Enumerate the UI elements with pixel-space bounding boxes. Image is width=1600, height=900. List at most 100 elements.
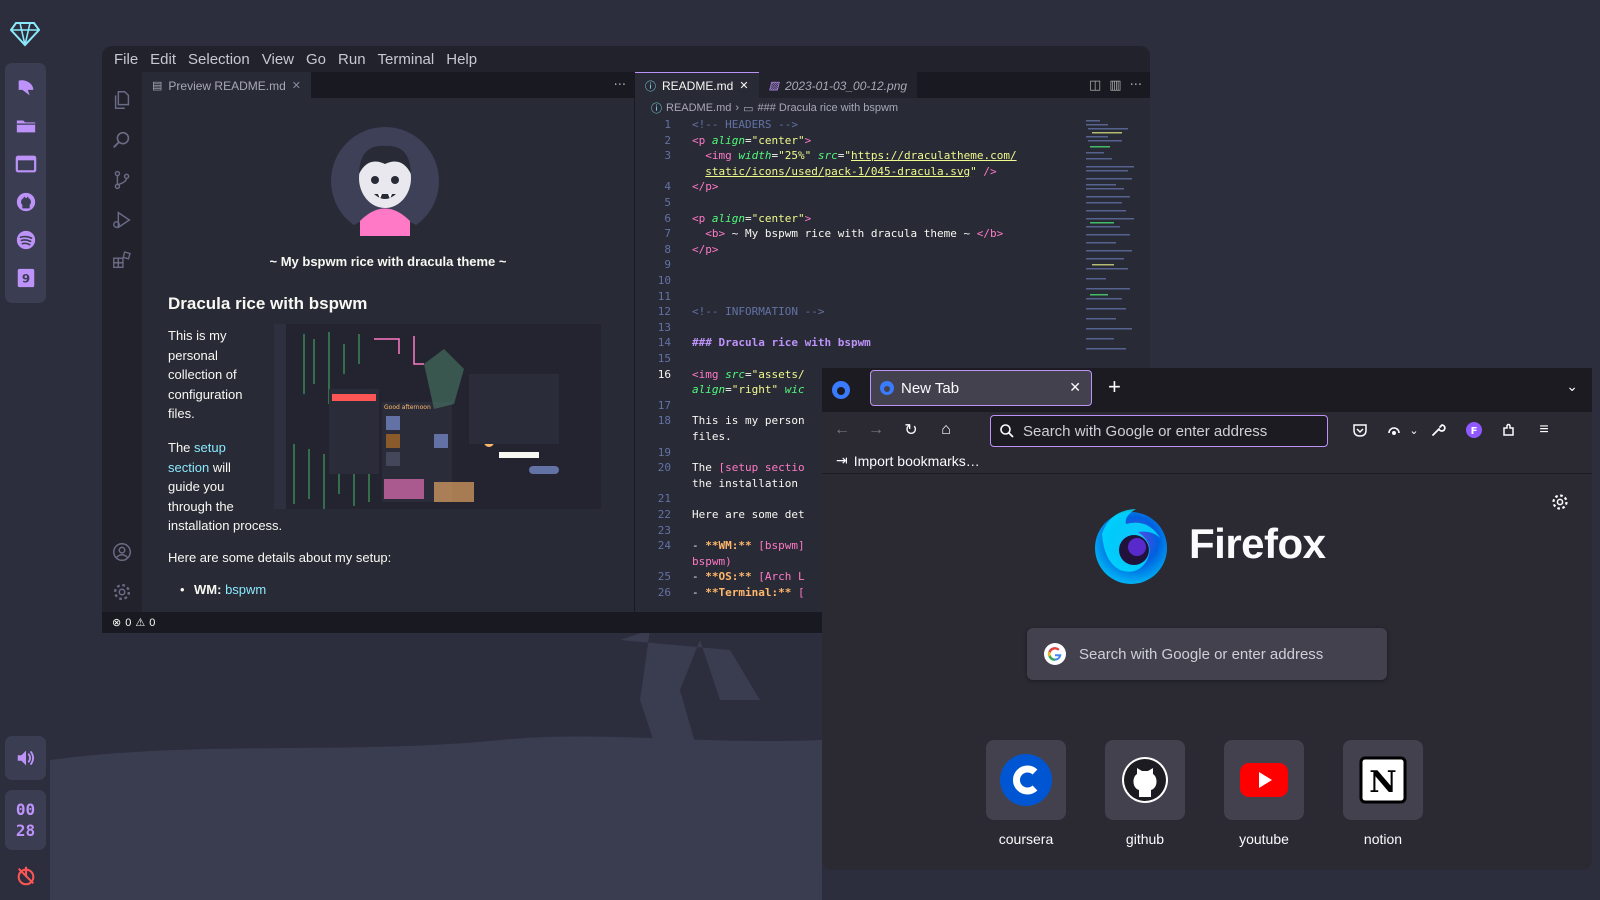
menu-help[interactable]: Help <box>440 51 483 68</box>
menu-file[interactable]: File <box>108 51 144 68</box>
line-number: 24 <box>657 539 671 553</box>
line-number: 9 <box>664 258 671 272</box>
setup-section-link[interactable]: setup <box>194 440 226 455</box>
github-icon[interactable] <box>9 183 43 221</box>
code-line: <!-- HEADERS --> <box>692 118 798 131</box>
settings-gear-icon[interactable] <box>102 572 142 612</box>
run-debug-icon[interactable] <box>102 200 142 240</box>
dock: 9 <box>5 63 46 303</box>
url-bar[interactable]: Search with Google or enter address <box>990 415 1328 447</box>
search-box[interactable]: Search with Google or enter address <box>1027 628 1387 680</box>
intro-line: files. <box>168 406 195 421</box>
intro-line: This is my <box>168 328 227 343</box>
menu-edit[interactable]: Edit <box>144 51 182 68</box>
menu-view[interactable]: View <box>256 51 300 68</box>
wm-link[interactable]: bspwm <box>225 582 266 597</box>
top-sites: coursera github youtube N notion <box>986 740 1423 847</box>
notes-icon[interactable]: 9 <box>9 259 43 297</box>
more-actions-icon[interactable]: ··· <box>614 78 626 93</box>
profile-avatar-icon[interactable]: F <box>1462 418 1486 442</box>
tab-label: Preview README.md <box>168 78 286 93</box>
list-all-tabs-chevron-icon[interactable]: ⌄ <box>1566 378 1578 395</box>
home-icon[interactable]: ⌂ <box>934 418 958 442</box>
hamburger-menu-icon[interactable]: ≡ <box>1532 418 1556 442</box>
clock: 00 28 <box>5 790 46 850</box>
shortcut-github[interactable]: github <box>1105 740 1185 847</box>
shortcut-label: github <box>1125 831 1165 847</box>
setup-section-link-cont[interactable]: section <box>168 460 209 475</box>
minimap[interactable] <box>1084 118 1138 358</box>
folder-icon[interactable] <box>9 107 43 145</box>
open-preview-icon[interactable]: ◫ <box>1089 78 1101 93</box>
screenshot-caption: Good afternoon <box>384 404 431 411</box>
power-off-icon[interactable] <box>12 862 40 890</box>
search-icon[interactable] <box>102 120 142 160</box>
preview-intro-paragraph: This is my personal collection of config… <box>168 326 278 424</box>
activity-bar <box>102 72 142 612</box>
close-tab-icon[interactable]: ✕ <box>1069 379 1081 396</box>
tab-png[interactable]: ▨ 2023-01-03_00-12.png <box>758 72 918 98</box>
shortcut-youtube[interactable]: youtube <box>1224 740 1304 847</box>
error-icon[interactable]: ⊗ <box>112 616 121 629</box>
line-number: 5 <box>664 196 671 209</box>
menu-terminal[interactable]: Terminal <box>372 51 441 68</box>
firefox-view-icon[interactable] <box>830 379 852 401</box>
url-bar-placeholder: Search with Google or enter address <box>1023 422 1268 440</box>
tab-readme[interactable]: ⓘ README.md ✕ <box>635 72 759 98</box>
menu-go[interactable]: Go <box>300 51 332 68</box>
wrench-icon[interactable] <box>1426 418 1450 442</box>
markdown-preview-pane: ▤ Preview README.md ✕ ··· ~ My bspwm ric… <box>142 72 634 612</box>
code-line: The [setup sectio <box>692 461 805 475</box>
setup-line: will <box>212 459 231 475</box>
tab-preview-readme[interactable]: ▤ Preview README.md ✕ <box>142 72 311 98</box>
extensions-icon[interactable] <box>102 240 142 280</box>
more-actions-icon[interactable]: ··· <box>1130 78 1142 93</box>
image-icon: ▨ <box>768 80 779 92</box>
explorer-icon[interactable] <box>102 80 142 120</box>
ghost-icon[interactable] <box>9 69 43 107</box>
chevron-down-icon[interactable]: ⌄ <box>1402 418 1426 442</box>
diamond-icon[interactable] <box>10 18 40 48</box>
code-line: </p> <box>692 180 719 194</box>
line-number: 6 <box>664 211 671 225</box>
pocket-icon[interactable] <box>1348 418 1372 442</box>
split-editor-icon[interactable]: ▥ <box>1109 78 1121 93</box>
info-icon: ⓘ <box>651 103 662 115</box>
github-icon <box>1105 740 1185 820</box>
close-icon[interactable]: ✕ <box>739 79 748 92</box>
breadcrumb-symbol[interactable]: ### Dracula rice with bspwm <box>757 102 898 114</box>
symbol-icon: ▭ <box>743 102 754 115</box>
warning-icon[interactable]: ⚠ <box>135 616 145 629</box>
reload-icon[interactable]: ↻ <box>899 418 923 442</box>
volume-icon[interactable] <box>5 736 46 780</box>
forward-icon[interactable]: → <box>864 418 888 442</box>
settings-gear-icon[interactable] <box>1550 492 1570 512</box>
firefox-logo-icon <box>1095 509 1167 584</box>
svg-text:9: 9 <box>21 272 29 286</box>
back-icon[interactable]: ← <box>830 418 854 442</box>
breadcrumb-file[interactable]: README.md <box>666 102 731 114</box>
menubar: File Edit Selection View Go Run Terminal… <box>102 46 1150 72</box>
coursera-icon <box>986 740 1066 820</box>
search-icon <box>1000 424 1014 438</box>
line-number: 7 <box>664 227 671 241</box>
error-count[interactable]: 0 <box>125 617 131 629</box>
info-icon: ⓘ <box>645 80 656 93</box>
menu-selection[interactable]: Selection <box>182 51 256 68</box>
close-icon[interactable]: ✕ <box>292 79 301 92</box>
line-number: 4 <box>664 180 671 194</box>
source-control-icon[interactable] <box>102 160 142 200</box>
menu-run[interactable]: Run <box>332 51 372 68</box>
spotify-icon[interactable] <box>9 221 43 259</box>
import-bookmarks-link[interactable]: Import bookmarks… <box>854 453 980 469</box>
new-tab-plus-icon[interactable]: + <box>1108 376 1121 398</box>
warning-count[interactable]: 0 <box>149 617 155 629</box>
account-icon[interactable] <box>102 532 142 572</box>
extensions-puzzle-icon[interactable] <box>1497 418 1521 442</box>
shortcut-notion[interactable]: N notion <box>1343 740 1423 847</box>
window-icon[interactable] <box>9 145 43 183</box>
code-line: <p align="center"> <box>692 133 812 147</box>
shortcut-coursera[interactable]: coursera <box>986 740 1066 847</box>
line-number: 1 <box>664 118 671 131</box>
tab-new-tab[interactable]: New Tab ✕ <box>870 370 1092 406</box>
